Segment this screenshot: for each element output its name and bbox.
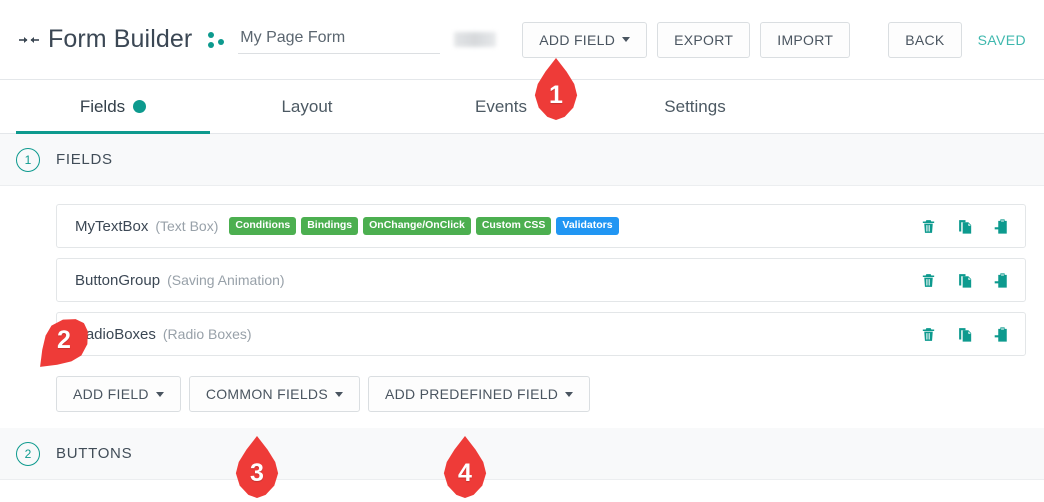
copy-icon[interactable] bbox=[957, 218, 974, 235]
paste-icon[interactable] bbox=[994, 272, 1011, 289]
field-action-buttons: ADD FIELD COMMON FIELDS ADD PREDEFINED F… bbox=[0, 366, 1044, 428]
back-button[interactable]: BACK bbox=[888, 21, 962, 58]
section-title-buttons: BUTTONS bbox=[56, 445, 133, 462]
field-name: MyTextBox bbox=[75, 217, 149, 235]
tab-fields[interactable]: Fields bbox=[16, 80, 210, 134]
add-predefined-field-button-label: ADD PREDEFINED FIELD bbox=[384, 386, 559, 402]
tab-layout-label: Layout bbox=[281, 96, 333, 116]
field-badges: Conditions Bindings OnChange/OnClick Cus… bbox=[229, 217, 619, 235]
redacted-block bbox=[454, 32, 497, 47]
delete-icon[interactable] bbox=[920, 218, 937, 235]
import-button[interactable]: IMPORT bbox=[760, 21, 851, 58]
section-header-buttons: 2 BUTTONS bbox=[0, 428, 1044, 480]
tab-events[interactable]: Events bbox=[404, 80, 598, 133]
common-fields-button[interactable]: COMMON FIELDS bbox=[188, 376, 360, 412]
back-button-label: BACK bbox=[905, 31, 945, 48]
status-badge[interactable]: Conditions bbox=[229, 217, 297, 235]
copy-icon[interactable] bbox=[957, 272, 974, 289]
tab-events-label: Events bbox=[475, 96, 527, 116]
chevron-down-icon bbox=[334, 391, 343, 397]
field-type: (Saving Animation) bbox=[167, 272, 285, 288]
export-button[interactable]: EXPORT bbox=[657, 21, 751, 58]
header-right-actions: BACK SAVED bbox=[888, 21, 1026, 58]
common-fields-button-label: COMMON FIELDS bbox=[205, 386, 328, 402]
field-name: ButtonGroup bbox=[75, 271, 161, 289]
tab-layout[interactable]: Layout bbox=[210, 80, 404, 133]
chevron-down-icon bbox=[565, 391, 574, 397]
chevron-down-icon bbox=[622, 37, 631, 43]
tab-bar: Fields Layout Events Settings bbox=[0, 80, 1044, 134]
import-button-label: IMPORT bbox=[777, 31, 834, 48]
saved-status[interactable]: SAVED bbox=[978, 32, 1026, 48]
export-button-label: EXPORT bbox=[674, 31, 734, 48]
tab-fields-label: Fields bbox=[79, 96, 126, 116]
add-field-button-bottom[interactable]: ADD FIELD bbox=[56, 376, 181, 412]
fields-list: MyTextBox (Text Box) Conditions Bindings… bbox=[0, 186, 1044, 356]
collapse-arrows-icon[interactable] bbox=[16, 27, 42, 53]
three-dots-logo bbox=[204, 27, 230, 53]
status-badge[interactable]: OnChange/OnClick bbox=[363, 217, 471, 235]
row-actions bbox=[920, 326, 1011, 343]
row-actions bbox=[920, 272, 1011, 289]
table-row[interactable]: RadioBoxes (Radio Boxes) bbox=[56, 312, 1026, 356]
form-name-input[interactable] bbox=[238, 25, 441, 54]
table-row[interactable]: MyTextBox (Text Box) Conditions Bindings… bbox=[56, 204, 1026, 248]
row-actions bbox=[920, 218, 1011, 235]
chevron-down-icon bbox=[155, 391, 164, 397]
tab-settings-label: Settings bbox=[664, 96, 726, 116]
status-badge[interactable]: Custom CSS bbox=[475, 217, 552, 235]
tab-settings[interactable]: Settings bbox=[598, 80, 792, 133]
copy-icon[interactable] bbox=[957, 326, 974, 343]
field-type: (Radio Boxes) bbox=[162, 326, 252, 342]
delete-icon[interactable] bbox=[920, 326, 937, 343]
section-title-fields: FIELDS bbox=[56, 151, 113, 168]
add-field-button-label: ADD FIELD bbox=[539, 31, 616, 48]
status-badge[interactable]: Validators bbox=[556, 217, 619, 235]
delete-icon[interactable] bbox=[920, 272, 937, 289]
step-badge-2: 2 bbox=[16, 441, 40, 466]
tab-fields-dot-icon bbox=[133, 100, 147, 113]
section-header-fields: 1 FIELDS bbox=[0, 134, 1044, 186]
page-title: Form Builder bbox=[48, 25, 193, 53]
header-actions: ADD FIELD EXPORT IMPORT bbox=[522, 21, 851, 58]
paste-icon[interactable] bbox=[994, 218, 1011, 235]
step-badge-1: 1 bbox=[16, 147, 40, 172]
status-badge[interactable]: Bindings bbox=[301, 217, 359, 235]
field-type: (Text Box) bbox=[155, 218, 219, 234]
add-predefined-field-button[interactable]: ADD PREDEFINED FIELD bbox=[367, 376, 591, 412]
add-field-button-bottom-label: ADD FIELD bbox=[73, 386, 149, 402]
field-name: RadioBoxes bbox=[75, 325, 156, 343]
table-row[interactable]: ButtonGroup (Saving Animation) bbox=[56, 258, 1026, 302]
add-field-button[interactable]: ADD FIELD bbox=[522, 21, 648, 58]
app-header: Form Builder ADD FIELD EXPORT IMPORT BAC… bbox=[0, 0, 1044, 80]
paste-icon[interactable] bbox=[994, 326, 1011, 343]
